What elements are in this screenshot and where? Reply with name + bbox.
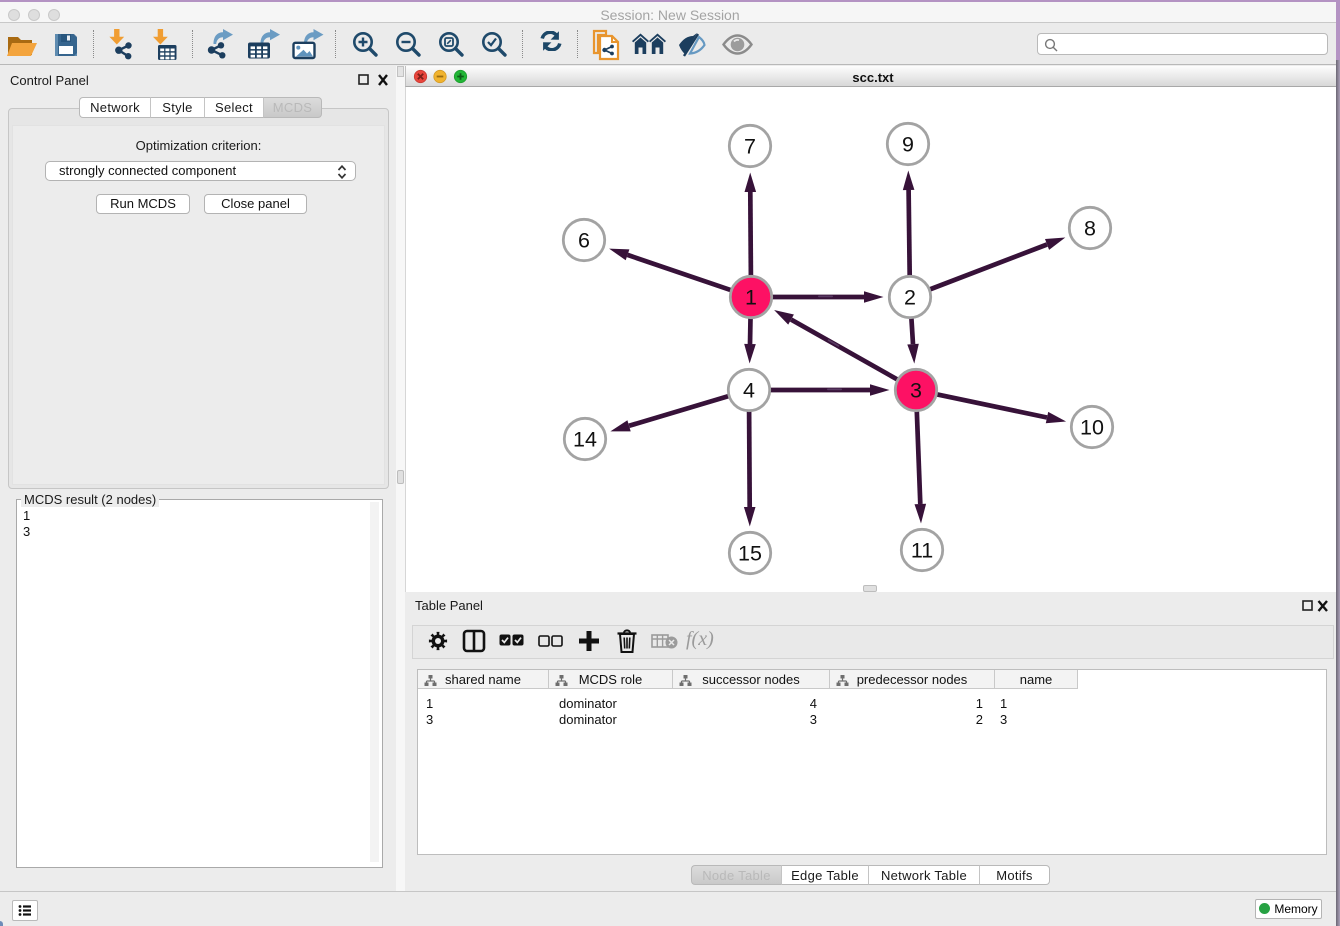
svg-text:9: 9 — [902, 133, 914, 157]
svg-text:3: 3 — [910, 379, 922, 403]
svg-text:14: 14 — [573, 428, 597, 452]
svg-text:6: 6 — [578, 229, 590, 253]
svg-text:15: 15 — [738, 542, 762, 566]
svg-text:4: 4 — [743, 379, 755, 403]
svg-text:2: 2 — [904, 286, 916, 310]
svg-text:11: 11 — [911, 539, 933, 563]
svg-text:1: 1 — [745, 286, 757, 310]
svg-text:7: 7 — [744, 135, 756, 159]
svg-text:10: 10 — [1080, 416, 1104, 440]
svg-text:8: 8 — [1084, 217, 1096, 241]
